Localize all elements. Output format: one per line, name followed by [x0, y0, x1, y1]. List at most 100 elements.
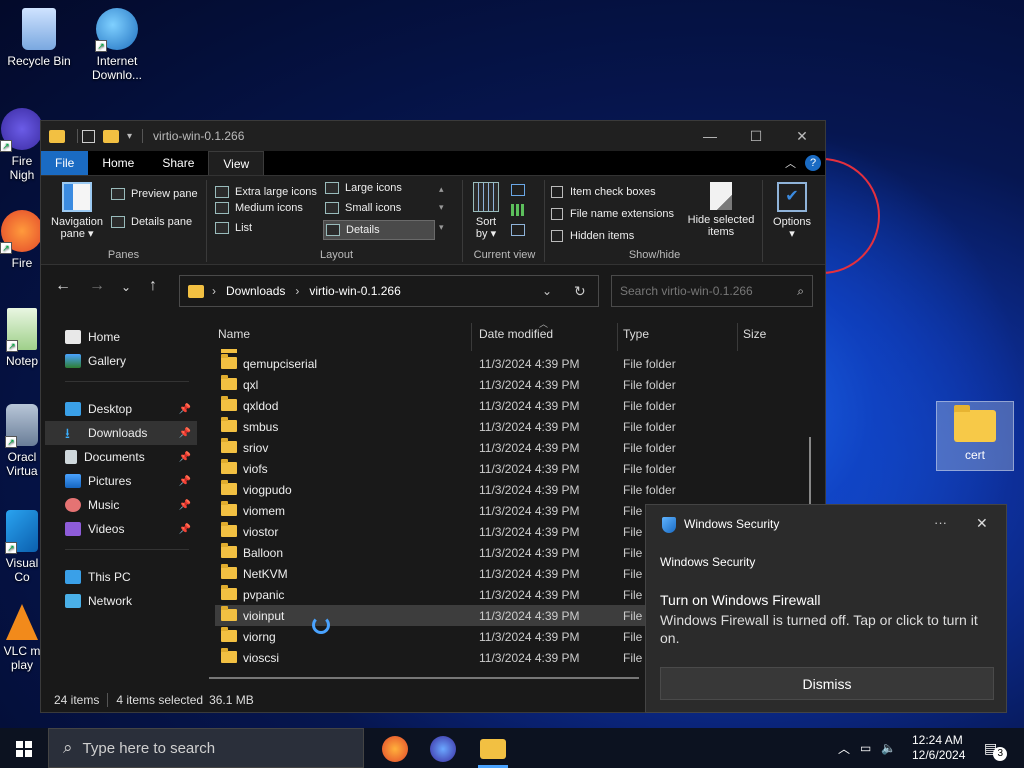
breadcrumb-chevron-icon[interactable]: ›	[212, 284, 216, 298]
table-row[interactable]: viofs 11/3/2024 4:39 PM File folder	[215, 458, 815, 479]
column-separator[interactable]	[617, 323, 618, 351]
file-name-extensions-checkbox[interactable]: File name extensions	[551, 208, 674, 220]
nav-this-pc[interactable]: This PC	[45, 565, 197, 589]
column-header-size[interactable]: Size	[743, 327, 766, 349]
column-separator[interactable]	[471, 323, 472, 351]
desktop-icon-idm[interactable]: ↗ Internet Downlo...	[78, 8, 156, 82]
network-status-icon[interactable]: ▭	[860, 741, 871, 755]
horizontal-scrollbar[interactable]	[209, 677, 639, 679]
pin-icon[interactable]: 📌	[179, 524, 191, 535]
sort-by-button[interactable]: Sort by ▾	[469, 182, 503, 240]
quick-access-dropdown-icon[interactable]: ▾	[127, 131, 132, 142]
nav-videos[interactable]: Videos 📌	[45, 517, 197, 541]
group-by-icon[interactable]	[511, 184, 525, 196]
layout-small-icons[interactable]: Small icons	[325, 202, 401, 214]
nav-pictures[interactable]: Pictures 📌	[45, 469, 197, 493]
firefox-taskbar-icon[interactable]	[382, 736, 408, 762]
pin-icon[interactable]: 📌	[179, 500, 191, 511]
forward-button[interactable]: →	[89, 277, 105, 295]
layout-expand-icon[interactable]: ▾	[439, 222, 444, 233]
pin-icon[interactable]: 📌	[179, 428, 191, 439]
hide-selected-items-button[interactable]: Hide selected items	[683, 182, 759, 238]
column-separator[interactable]	[737, 323, 738, 351]
toast-more-options-button[interactable]: ···	[934, 515, 947, 530]
layout-scroll-down-icon[interactable]: ▾	[439, 202, 444, 213]
layout-scroll-up-icon[interactable]: ▴	[439, 184, 444, 195]
layout-details[interactable]: Details	[323, 220, 435, 240]
pin-icon[interactable]: 📌	[179, 452, 191, 463]
refresh-icon[interactable]: ↻	[574, 283, 586, 300]
hidden-items-checkbox[interactable]: Hidden items	[551, 230, 634, 242]
details-pane-button[interactable]: Details pane	[111, 216, 192, 228]
column-header-type[interactable]: Type	[623, 327, 649, 349]
toast-close-button[interactable]: ✕	[976, 515, 988, 532]
table-row[interactable]: qemupciserial 11/3/2024 4:39 PM File folde…	[215, 353, 815, 374]
windows-security-notification[interactable]: Windows Security ··· ✕ Windows Security …	[645, 504, 1007, 713]
dismiss-button[interactable]: Dismiss	[660, 667, 994, 700]
collapse-ribbon-icon[interactable]: ︿	[785, 155, 796, 171]
breadcrumb-downloads[interactable]: Downloads	[226, 284, 285, 298]
desktop-icon-virtualbox[interactable]: ↗ Oracl Virtua	[0, 404, 44, 478]
recent-locations-button[interactable]: ⌄	[121, 280, 131, 294]
properties-quick-icon[interactable]	[82, 129, 95, 143]
notification-center-button[interactable]: ▤ 3	[984, 728, 1008, 768]
table-row[interactable]: smbus 11/3/2024 4:39 PM File folder	[215, 416, 815, 437]
address-bar[interactable]: › Downloads › virtio-win-0.1.266 ⌄ ↻	[179, 275, 599, 307]
start-button[interactable]	[16, 741, 32, 757]
table-row[interactable]: qxl 11/3/2024 4:39 PM File folder	[215, 374, 815, 395]
back-button[interactable]: ←	[55, 277, 71, 295]
options-button[interactable]: ✔ Options ▾	[767, 182, 817, 240]
desktop-icon-vscode[interactable]: ↗ Visual Co	[0, 510, 44, 584]
address-history-dropdown-icon[interactable]: ⌄	[542, 284, 552, 298]
nav-documents[interactable]: Documents 📌	[45, 445, 197, 469]
maximize-button[interactable]: ☐	[733, 121, 779, 151]
nav-music[interactable]: Music 📌	[45, 493, 197, 517]
taskbar-search[interactable]: ⌕ Type here to search	[48, 728, 364, 768]
layout-extra-large-icons[interactable]: Extra large icons	[215, 182, 323, 202]
item-check-boxes-checkbox[interactable]: Item check boxes	[551, 186, 656, 198]
column-header-name[interactable]: Name	[218, 327, 250, 349]
desktop-icon-firefox[interactable]: ↗ Fire	[0, 210, 44, 270]
help-icon[interactable]: ?	[805, 155, 821, 171]
desktop-icon-vlc[interactable]: VLC m play	[0, 604, 44, 672]
nav-home[interactable]: Home	[45, 325, 197, 349]
nav-downloads[interactable]: ⭳ Downloads 📌	[45, 421, 197, 445]
desktop-icon-firefox-nightly[interactable]: ↗ Fire Nigh	[0, 108, 44, 182]
search-input[interactable]: Search virtio-win-0.1.266 ⌕	[611, 275, 813, 307]
tab-home[interactable]: Home	[88, 151, 148, 175]
layout-large-icons[interactable]: Large icons	[325, 182, 402, 194]
desktop-icon-notepad[interactable]: ↗ Notep	[0, 308, 44, 368]
file-explorer-taskbar-icon[interactable]	[480, 739, 506, 759]
breadcrumb-current-folder[interactable]: virtio-win-0.1.266	[309, 284, 400, 298]
tab-file[interactable]: File	[41, 151, 89, 175]
breadcrumb-chevron-icon[interactable]: ›	[295, 284, 299, 298]
up-button[interactable]: ↑	[149, 277, 157, 295]
minimize-button[interactable]: —	[687, 121, 733, 151]
firefox-nightly-taskbar-icon[interactable]	[430, 736, 456, 762]
layout-medium-icons[interactable]: Medium icons	[215, 202, 303, 214]
navigation-pane-button[interactable]: Navigation pane ▾	[47, 182, 107, 240]
nav-desktop[interactable]: Desktop 📌	[45, 397, 197, 421]
table-row[interactable]: viogpudo 11/3/2024 4:39 PM File folder	[215, 479, 815, 500]
clock[interactable]: 12:24 AM 12/6/2024	[912, 728, 965, 768]
title-bar[interactable]: ▾ virtio-win-0.1.266 — ☐ ✕	[41, 121, 825, 151]
layout-list[interactable]: List	[215, 222, 252, 234]
table-row[interactable]: sriov 11/3/2024 4:39 PM File folder	[215, 437, 815, 458]
close-button[interactable]: ✕	[779, 121, 825, 151]
column-header-date-modified[interactable]: Date modified	[479, 327, 553, 349]
desktop-icon-recycle-bin[interactable]: Recycle Bin	[0, 8, 78, 68]
show-hidden-icons-button[interactable]: ︿	[838, 740, 850, 757]
pin-icon[interactable]: 📌	[179, 404, 191, 415]
nav-network[interactable]: Network	[45, 589, 197, 613]
preview-pane-button[interactable]: Preview pane	[111, 188, 198, 200]
tab-view[interactable]: View	[208, 151, 265, 175]
table-row[interactable]: qxldod 11/3/2024 4:39 PM File folder	[215, 395, 815, 416]
pin-icon[interactable]: 📌	[179, 476, 191, 487]
add-columns-icon[interactable]	[511, 204, 525, 216]
desktop-folder-cert[interactable]: cert	[936, 401, 1014, 471]
new-folder-quick-icon[interactable]	[103, 129, 119, 143]
size-columns-icon[interactable]	[511, 224, 525, 236]
nav-gallery[interactable]: Gallery	[45, 349, 197, 373]
tab-share[interactable]: Share	[148, 151, 208, 175]
volume-muted-icon[interactable]: 🔈	[881, 741, 896, 755]
